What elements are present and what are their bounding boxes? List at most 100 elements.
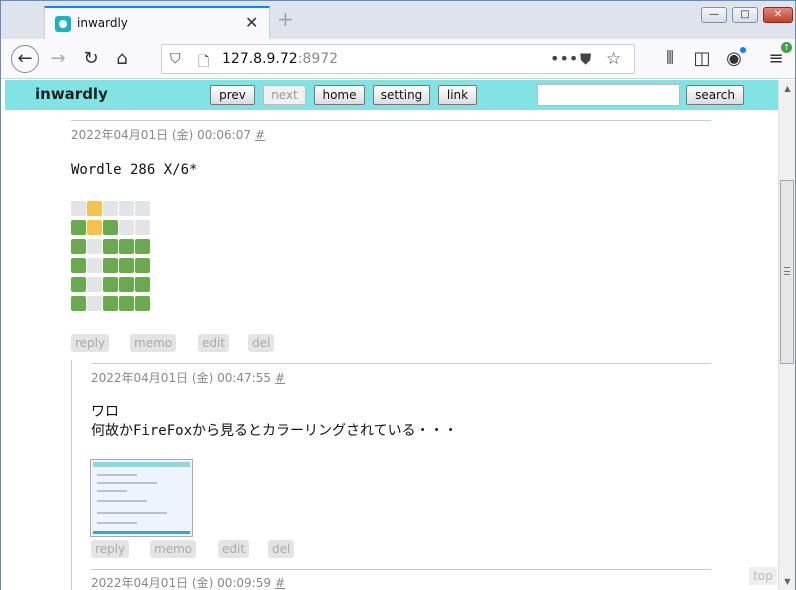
top-link[interactable]: top xyxy=(749,567,777,585)
thumbnail-line xyxy=(97,500,147,502)
wordle-cell-green xyxy=(135,296,150,311)
reply2-permalink[interactable]: # xyxy=(275,576,285,590)
menu-icon[interactable]: ≡ ↑ xyxy=(765,42,792,70)
post-permalink[interactable]: # xyxy=(255,128,265,142)
next-button[interactable]: next xyxy=(263,85,306,105)
wordle-cell-green xyxy=(71,220,86,235)
wordle-cell-green xyxy=(71,277,86,292)
reply-line-2: 何故かFireFoxから見るとカラーリングされている・・・ xyxy=(91,423,458,439)
reply-permalink[interactable]: # xyxy=(275,371,285,385)
post-text: Wordle 286 X/6* xyxy=(71,162,198,178)
wordle-cell-empty xyxy=(135,201,150,216)
update-badge-icon: ↑ xyxy=(781,42,792,53)
bookmark-star-icon[interactable]: ☆ xyxy=(606,49,621,69)
link-button[interactable]: link xyxy=(438,85,477,105)
scroll-up-arrow-icon[interactable]: ▲ xyxy=(779,80,796,97)
wordle-cell-yellow xyxy=(87,220,102,235)
wordle-cell-empty xyxy=(103,201,118,216)
site-brand[interactable]: inwardly xyxy=(35,85,108,103)
post-timestamp: 2022年04月01日 (金) 00:06:07 xyxy=(71,128,251,142)
setting-button[interactable]: setting xyxy=(373,85,430,105)
url-text: 127.8.9.72:8972 xyxy=(222,51,338,67)
edit-button[interactable]: edit xyxy=(198,334,230,352)
tab-close-icon[interactable]: ✕ xyxy=(245,13,258,32)
screenshot-thumbnail[interactable] xyxy=(90,459,193,537)
reply-line-1: ワロ xyxy=(91,404,119,420)
wordle-cell-green xyxy=(119,239,134,254)
memo-button[interactable]: memo xyxy=(150,540,197,558)
thumbnail-line xyxy=(97,522,137,524)
wordle-cell-empty xyxy=(87,296,102,311)
reply2-timestamp: 2022年04月01日 (金) 00:09:59 xyxy=(91,576,271,590)
tab-strip: inwardly ✕ + — □ ✕ xyxy=(1,1,795,39)
divider xyxy=(71,120,711,121)
wordle-cell-empty xyxy=(71,201,86,216)
search-input[interactable] xyxy=(537,84,680,106)
wordle-cell-green xyxy=(103,296,118,311)
page-icon[interactable]: 🗋 xyxy=(198,51,209,75)
account-icon[interactable]: ◉ xyxy=(723,47,746,70)
thumbnail-footer-strip xyxy=(93,531,190,534)
search-button[interactable]: search xyxy=(686,85,744,105)
browser-tab[interactable]: inwardly ✕ xyxy=(44,6,270,39)
wordle-cell-green xyxy=(71,296,86,311)
url-host: 127.8.9.72 xyxy=(222,51,298,67)
shield-icon[interactable]: ⛉ xyxy=(170,51,181,67)
reply-timestamp: 2022年04月01日 (金) 00:47:55 xyxy=(91,371,271,385)
back-icon[interactable]: ← xyxy=(11,45,39,73)
memo-button[interactable]: memo xyxy=(130,334,177,352)
reply-button[interactable]: reply xyxy=(91,540,130,558)
grip-icon xyxy=(784,267,790,275)
home-button[interactable]: home xyxy=(314,85,365,105)
wordle-cell-green xyxy=(71,239,86,254)
window-minimize-button[interactable]: — xyxy=(701,7,727,23)
wordle-cell-empty xyxy=(87,258,102,273)
wordle-cell-green xyxy=(119,296,134,311)
wordle-cell-green xyxy=(71,258,86,273)
post-meta: 2022年04月01日 (金) 00:06:07 # xyxy=(71,126,265,143)
thumbnail-header-strip xyxy=(93,462,190,467)
divider xyxy=(91,363,711,364)
tab-title: inwardly xyxy=(77,16,128,30)
vertical-scrollbar[interactable]: ▲ ▼ xyxy=(778,80,795,590)
del-button[interactable]: del xyxy=(248,334,275,352)
wordle-cell-green xyxy=(119,277,134,292)
address-bar[interactable]: ⛉ 🗋 127.8.9.72:8972 ••• ⛊ ☆ xyxy=(161,44,635,74)
thumbnail-line xyxy=(97,512,167,514)
edit-button[interactable]: edit xyxy=(218,540,250,558)
page-actions-icon[interactable]: ••• xyxy=(550,49,578,68)
wordle-cell-empty xyxy=(119,201,134,216)
reply-thread-line xyxy=(71,360,72,590)
minimize-icon: — xyxy=(709,9,719,20)
new-tab-button[interactable]: + xyxy=(277,7,294,31)
navigation-toolbar: ← → ↻ ⌂ ⛉ 🗋 127.8.9.72:8972 ••• ⛊ ☆ ⫴ ◫ … xyxy=(1,39,795,79)
divider xyxy=(91,569,711,570)
thumbnail-line xyxy=(97,490,127,492)
close-icon: ✕ xyxy=(773,9,783,20)
del-button[interactable]: del xyxy=(268,540,295,558)
library-icon[interactable]: ⫴ xyxy=(659,48,681,70)
window-close-button[interactable]: ✕ xyxy=(763,7,793,23)
pocket-icon[interactable]: ⛊ xyxy=(580,50,591,68)
wordle-cell-green xyxy=(103,277,118,292)
wordle-cell-green xyxy=(135,239,150,254)
wordle-cell-green xyxy=(135,277,150,292)
window-maximize-button[interactable]: □ xyxy=(732,7,758,23)
home-icon[interactable]: ⌂ xyxy=(111,48,133,70)
scroll-down-arrow-icon[interactable]: ▼ xyxy=(779,573,796,590)
wordle-cell-empty xyxy=(119,220,134,235)
prev-button[interactable]: prev xyxy=(210,85,255,105)
url-port: :8972 xyxy=(297,51,339,67)
forward-icon[interactable]: → xyxy=(47,48,69,70)
page-viewport: inwardly prev next home setting link sea… xyxy=(1,80,778,590)
reply-meta: 2022年04月01日 (金) 00:47:55 # xyxy=(91,369,285,386)
scrollbar-thumb[interactable] xyxy=(780,180,794,364)
site-favicon-icon xyxy=(55,16,71,32)
wordle-cell-yellow xyxy=(87,201,102,216)
sidebar-icon[interactable]: ◫ xyxy=(691,48,713,70)
wordle-cell-green xyxy=(103,239,118,254)
reply-button[interactable]: reply xyxy=(71,334,110,352)
browser-window: inwardly ✕ + — □ ✕ ← → ↻ ⌂ ⛉ 🗋 127.8.9.7… xyxy=(0,0,796,590)
reload-icon[interactable]: ↻ xyxy=(80,48,102,70)
maximize-icon: □ xyxy=(740,9,750,20)
